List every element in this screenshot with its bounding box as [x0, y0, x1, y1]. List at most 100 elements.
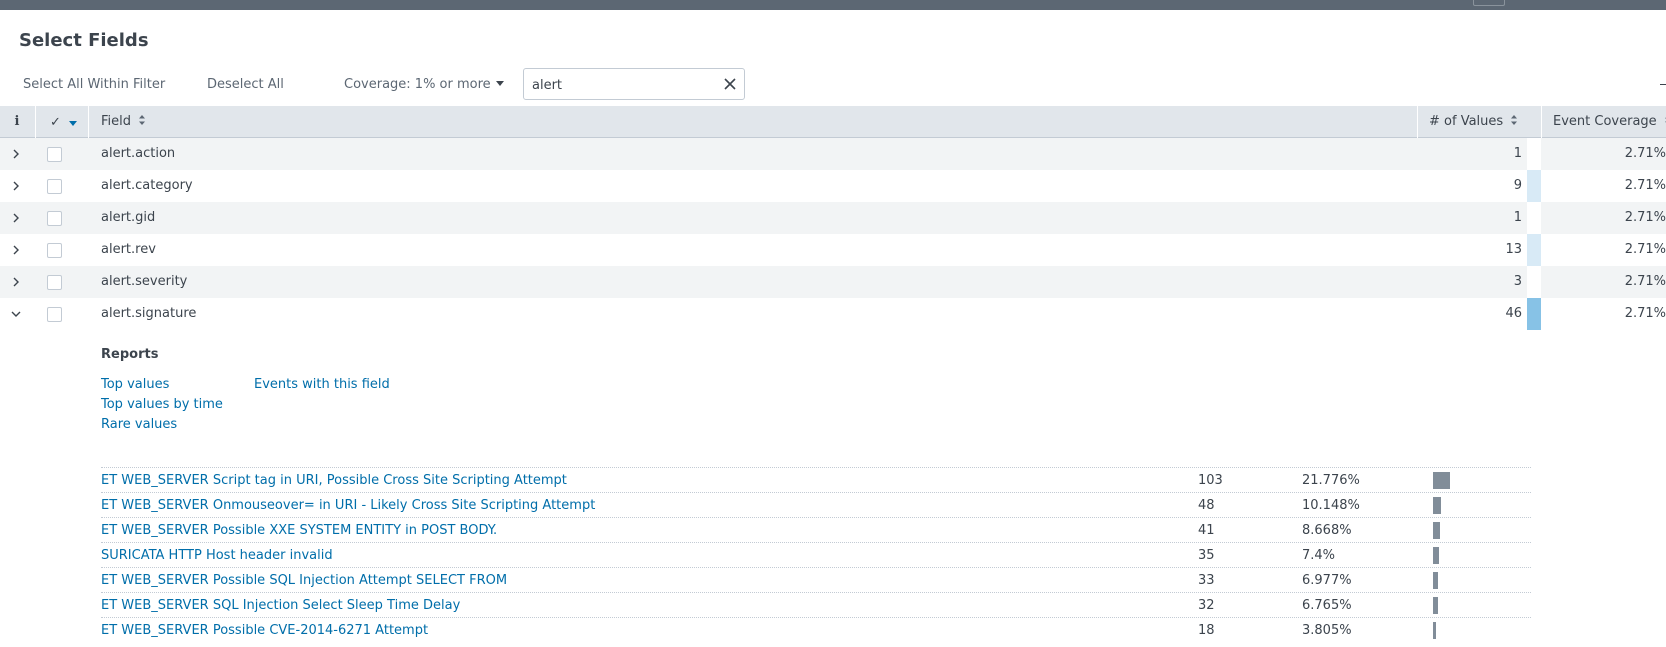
value-bar: [1433, 472, 1450, 489]
value-count: 103: [1198, 473, 1223, 488]
chevron-down-icon[interactable]: [69, 121, 77, 126]
chevron-right-icon[interactable]: [10, 180, 22, 192]
value-link[interactable]: SURICATA HTTP Host header invalid: [101, 548, 333, 563]
value-row[interactable]: ET WEB_SERVER Possible CVE-2014-6271 Att…: [101, 617, 1531, 642]
value-row[interactable]: ET WEB_SERVER Onmouseover= in URI - Like…: [101, 492, 1531, 517]
table-row[interactable]: alert.action 1 2.71%: [0, 138, 1666, 170]
value-count: 32: [1198, 598, 1215, 613]
table-row[interactable]: alert.severity 3 2.71%: [0, 266, 1666, 298]
values-bar: [1527, 170, 1541, 202]
table-row[interactable]: alert.gid 1 2.71%: [0, 202, 1666, 234]
dialog-title: Select Fields: [19, 30, 149, 51]
value-percent: 10.148%: [1302, 498, 1360, 513]
value-bar: [1433, 572, 1439, 589]
field-name: alert.gid: [101, 210, 156, 225]
edge-marker: [1660, 84, 1666, 85]
values-bar-fill: [1527, 298, 1541, 330]
value-percent: 3.805%: [1302, 623, 1352, 638]
num-values: 9: [1513, 178, 1522, 193]
field-name: alert.category: [101, 178, 193, 193]
value-percent: 6.977%: [1302, 573, 1352, 588]
values-bar-fill: [1527, 170, 1541, 202]
value-bar: [1433, 547, 1439, 564]
row-checkbox[interactable]: [47, 211, 62, 226]
row-checkbox[interactable]: [47, 307, 62, 322]
value-bar: [1433, 622, 1436, 639]
chevron-right-icon[interactable]: [10, 276, 22, 288]
value-row[interactable]: ET WEB_SERVER Possible XXE SYSTEM ENTITY…: [101, 517, 1531, 542]
table-row-expanded[interactable]: alert.signature 46 2.71%: [0, 298, 1666, 330]
top-bar-control[interactable]: [1473, 0, 1505, 6]
value-row[interactable]: SURICATA HTTP Host header invalid 35 7.4…: [101, 542, 1531, 567]
select-all-button[interactable]: Select All Within Filter: [23, 77, 165, 92]
value-percent: 8.668%: [1302, 523, 1352, 538]
events-with-field-link[interactable]: Events with this field: [254, 377, 390, 392]
table-row[interactable]: alert.category 9 2.71%: [0, 170, 1666, 202]
num-values: 1: [1513, 210, 1522, 225]
event-coverage: 2.71%: [1624, 178, 1666, 193]
num-values: 13: [1505, 242, 1522, 257]
value-row[interactable]: ET WEB_SERVER Script tag in URI, Possibl…: [101, 467, 1531, 492]
coverage-dropdown[interactable]: Coverage: 1% or more: [344, 77, 504, 92]
value-count: 33: [1198, 573, 1215, 588]
event-coverage: 2.71%: [1541, 266, 1666, 298]
num-values: 46: [1505, 306, 1522, 321]
value-percent: 21.776%: [1302, 473, 1360, 488]
column-header-event-coverage-label: Event Coverage: [1553, 114, 1657, 129]
values-bar: [1527, 138, 1541, 170]
num-values: 3: [1513, 274, 1522, 289]
chevron-right-icon[interactable]: [10, 244, 22, 256]
value-link[interactable]: ET WEB_SERVER Possible XXE SYSTEM ENTITY…: [101, 523, 497, 538]
top-bar: [0, 0, 1666, 10]
value-row[interactable]: ET WEB_SERVER Possible SQL Injection Att…: [101, 567, 1531, 592]
field-name: alert.signature: [101, 306, 197, 321]
chevron-down-icon[interactable]: [10, 308, 22, 320]
value-bar: [1433, 522, 1440, 539]
top-values-by-time-link[interactable]: Top values by time: [101, 397, 223, 412]
sort-icon: [1511, 115, 1518, 125]
reports-heading: Reports: [101, 347, 159, 362]
values-bar: [1527, 266, 1541, 298]
deselect-all-button[interactable]: Deselect All: [207, 77, 284, 92]
sort-icon: [139, 115, 146, 125]
chevron-right-icon[interactable]: [10, 212, 22, 224]
field-name: alert.severity: [101, 274, 188, 289]
column-header-num-values[interactable]: # of Values: [1429, 106, 1518, 138]
event-coverage: 2.71%: [1541, 138, 1666, 170]
clear-icon[interactable]: [722, 76, 738, 92]
values-bar: [1527, 202, 1541, 234]
value-link[interactable]: ET WEB_SERVER Possible SQL Injection Att…: [101, 573, 507, 588]
column-header-field-label: Field: [101, 114, 132, 129]
value-link[interactable]: ET WEB_SERVER Script tag in URI, Possibl…: [101, 473, 567, 488]
field-name: alert.action: [101, 146, 176, 161]
table-header: i ✓ Field # of Values Event Coverage: [0, 106, 1666, 138]
chevron-right-icon[interactable]: [10, 148, 22, 160]
value-count: 18: [1198, 623, 1215, 638]
row-checkbox[interactable]: [47, 179, 62, 194]
caret-down-icon: [495, 81, 504, 86]
filter-input[interactable]: [532, 75, 712, 95]
values-table: ET WEB_SERVER Script tag in URI, Possibl…: [101, 467, 1531, 642]
filter-field[interactable]: [523, 68, 745, 100]
row-checkbox[interactable]: [47, 147, 62, 162]
row-checkbox[interactable]: [47, 243, 62, 258]
value-link[interactable]: ET WEB_SERVER Onmouseover= in URI - Like…: [101, 498, 595, 513]
column-header-num-values-label: # of Values: [1429, 114, 1504, 129]
value-count: 35: [1198, 548, 1215, 563]
value-link[interactable]: ET WEB_SERVER Possible CVE-2014-6271 Att…: [101, 623, 428, 638]
value-row[interactable]: ET WEB_SERVER SQL Injection Select Sleep…: [101, 592, 1531, 617]
value-link[interactable]: ET WEB_SERVER SQL Injection Select Sleep…: [101, 598, 460, 613]
column-header-field[interactable]: Field: [101, 106, 146, 138]
values-bar-fill: [1527, 234, 1541, 266]
value-count: 48: [1198, 498, 1215, 513]
table-row[interactable]: alert.rev 13 2.71%: [0, 234, 1666, 266]
values-bar: [1527, 234, 1541, 266]
column-header-event-coverage[interactable]: Event Coverage: [1553, 106, 1666, 138]
top-values-link[interactable]: Top values: [101, 377, 169, 392]
rare-values-link[interactable]: Rare values: [101, 417, 177, 432]
value-percent: 7.4%: [1302, 548, 1336, 563]
info-icon[interactable]: i: [12, 115, 22, 129]
event-coverage: 2.71%: [1541, 202, 1666, 234]
check-all-icon[interactable]: ✓: [50, 115, 61, 130]
row-checkbox[interactable]: [47, 275, 62, 290]
